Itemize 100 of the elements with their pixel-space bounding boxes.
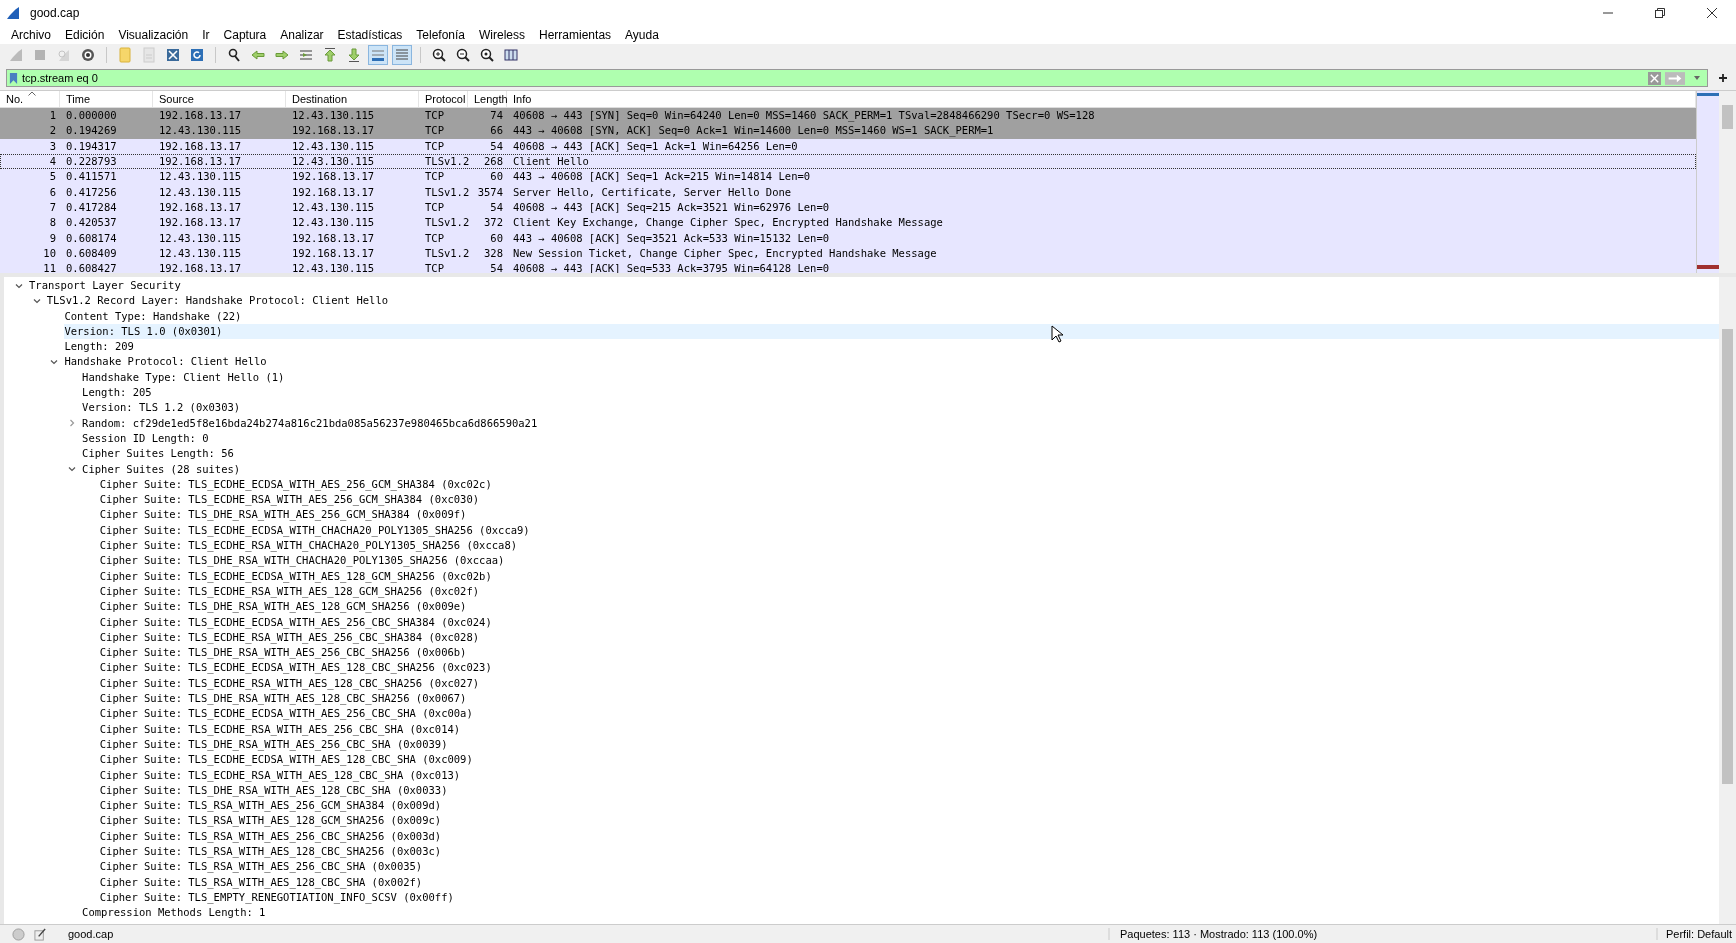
- profile-label[interactable]: Perfil: Default: [1655, 928, 1736, 940]
- tree-item[interactable]: Cipher Suite: TLS_RSA_WITH_AES_256_GCM_SHA384 (0x009d): [99, 798, 1719, 814]
- tree-item[interactable]: Cipher Suites Length: 56: [82, 446, 1719, 462]
- table-cell-text: 74: [489, 108, 504, 124]
- column-header[interactable]: Source: [153, 91, 286, 107]
- tree-item[interactable]: Cipher Suite: TLS_ECDHE_ECDSA_WITH_AES_128_GCM_SHA256 (0xc02b): [99, 568, 1719, 584]
- chevron-down-icon[interactable]: [15, 281, 23, 290]
- scrollbar[interactable]: [1719, 91, 1736, 273]
- menu-item[interactable]: Herramientas: [532, 27, 619, 43]
- mouse-pointer-icon: [1051, 325, 1063, 343]
- tree-item[interactable]: Cipher Suite: TLS_ECDHE_RSA_WITH_AES_128_GCM_SHA256 (0xc02f): [99, 583, 1719, 600]
- tree-item[interactable]: Length: 205: [82, 385, 1719, 401]
- scrollbar[interactable]: [1719, 277, 1736, 924]
- packet-row[interactable]: 8 0.420537 192.168.13.17 12.43.130.115 TLSv1.2 372 Client Key Exchange, Change Cipher Spec, Encrypted Handshake Message: [0, 215, 1696, 231]
- tree-item[interactable]: Cipher Suite: TLS_DHE_RSA_WITH_AES_256_GCM_SHA384 (0x009f): [99, 507, 1719, 523]
- tree-item[interactable]: Cipher Suite: TLS_RSA_WITH_AES_256_CBC_SHA (0x0035): [99, 859, 1719, 875]
- clear-icon[interactable]: [1648, 71, 1661, 85]
- table-cell-text: 0.000000: [65, 108, 118, 124]
- table-cell-text: 0.194269: [65, 123, 118, 139]
- table-cell-text: TCP: [424, 199, 445, 215]
- column-header[interactable]: Destination: [286, 91, 419, 107]
- menu-item[interactable]: Ir: [195, 27, 217, 43]
- tree-item[interactable]: Cipher Suite: TLS_ECDHE_ECDSA_WITH_AES_128_CBC_SHA256 (0xc023): [99, 660, 1719, 676]
- tree-item[interactable]: Handshake Type: Client Hello (1): [82, 369, 1719, 386]
- autoscroll-icon[interactable]: [368, 45, 388, 65]
- tree-item[interactable]: Version: TLS 1.0 (0x0301): [64, 323, 1719, 340]
- tree-item[interactable]: Cipher Suites (28 suites): [82, 461, 1719, 477]
- table-cell-text: 192.168.13.17: [291, 169, 376, 185]
- table-cell-text: TCP: [424, 108, 445, 124]
- menu-item[interactable]: Edición: [58, 27, 112, 43]
- tree-item[interactable]: Version: TLS 1.2 (0x0303): [82, 400, 1719, 416]
- tree-item[interactable]: Cipher Suite: TLS_RSA_WITH_AES_256_CBC_SHA256 (0x003d): [99, 828, 1719, 844]
- tree-item[interactable]: Cipher Suite: TLS_DHE_RSA_WITH_CHACHA20_POLY1305_SHA256 (0xccaa): [99, 553, 1719, 569]
- tree-item[interactable]: Cipher Suite: TLS_DHE_RSA_WITH_AES_256_CBC_SHA (0x0039): [99, 736, 1719, 753]
- bookmark-icon[interactable]: [9, 71, 18, 85]
- tree-item[interactable]: Cipher Suite: TLS_ECDHE_RSA_WITH_AES_128_CBC_SHA (0xc013): [99, 767, 1719, 783]
- edit-icon[interactable]: [34, 927, 47, 941]
- menu-item[interactable]: Telefonía: [409, 27, 472, 43]
- column-header[interactable]: Protocol: [419, 91, 468, 107]
- chevron-down-icon[interactable]: [50, 358, 59, 367]
- tree-item[interactable]: Compression Methods Length: 1: [82, 905, 1719, 921]
- tree-item[interactable]: Cipher Suite: TLS_ECDHE_ECDSA_WITH_CHACHA20_POLY1305_SHA256 (0xcca9): [99, 522, 1719, 539]
- table-cell-text: TCP: [424, 138, 445, 154]
- table-cell-text: 0.608427: [65, 261, 118, 273]
- tree-item[interactable]: Cipher Suite: TLS_ECDHE_ECDSA_WITH_AES_256_CBC_SHA (0xc00a): [99, 706, 1719, 722]
- table-cell-text: 0.228793: [65, 154, 118, 170]
- column-header[interactable]: Time: [60, 91, 153, 107]
- packet-row[interactable]: 9 0.608174 12.43.130.115 192.168.13.17 TCP 60 443 → 40608 [ACK] Seq=3521 Ack=533 Win=15132 Len=0: [0, 230, 1696, 246]
- table-cell-text: 443 → 40608 [ACK] Seq=3521 Ack=533 Win=15132 Len=0: [512, 230, 831, 246]
- table-cell-text: TLSv1.2: [424, 184, 468, 200]
- table-cell-text: 60: [489, 230, 504, 246]
- tree-item[interactable]: Session ID Length: 0: [82, 430, 1719, 447]
- tree-item[interactable]: Cipher Suite: TLS_EMPTY_RENEGOTIATION_INFO_SCSV (0x00ff): [99, 889, 1719, 906]
- column-header[interactable]: No.: [0, 91, 60, 107]
- menu-item[interactable]: Estadísticas: [330, 27, 410, 43]
- menu-item[interactable]: Ayuda: [618, 27, 666, 43]
- table-cell-text: 12.43.130.115: [291, 154, 376, 170]
- tree-item[interactable]: TLSv1.2 Record Layer: Handshake Protocol: Client Hello: [46, 293, 1719, 309]
- chevron-down-icon[interactable]: [32, 296, 41, 305]
- tree-item[interactable]: Transport Layer Security: [29, 278, 1719, 294]
- window-title: good.cap: [30, 6, 80, 20]
- tree-item[interactable]: Cipher Suite: TLS_DHE_RSA_WITH_AES_128_CBC_SHA256 (0x0067): [99, 691, 1719, 707]
- chevron-down-icon[interactable]: [68, 465, 77, 474]
- tree-item[interactable]: Cipher Suite: TLS_RSA_WITH_AES_128_GCM_SHA256 (0x009c): [99, 813, 1719, 829]
- menu-item[interactable]: Analizar: [273, 27, 331, 43]
- packet-row[interactable]: 6 0.417256 12.43.130.115 192.168.13.17 TLSv1.2 3574 Server Hello, Certificate, Server Hello Done: [0, 184, 1696, 200]
- packet-row[interactable]: 2 0.194269 12.43.130.115 192.168.13.17 TCP 66 443 → 40608 [SYN, ACK] Seq=0 Ack=1 Win=14600 Len=0 MSS=1460 WS=1 SACK_PERM=1: [0, 123, 1696, 139]
- menu-item[interactable]: Archivo: [4, 27, 58, 43]
- tree-item[interactable]: Cipher Suite: TLS_DHE_RSA_WITH_AES_128_CBC_SHA (0x0033): [99, 782, 1719, 799]
- table-cell-text: 0.420537: [65, 215, 118, 231]
- table-cell-text: TCP: [424, 123, 445, 139]
- tree-item[interactable]: Random: cf29de1ed5f8e16bda24b274a816c21bda085a56237e980465bca6d866590a21: [82, 415, 1719, 431]
- tree-item[interactable]: Cipher Suite: TLS_ECDHE_RSA_WITH_AES_256_CBC_SHA384 (0xc028): [99, 629, 1719, 646]
- table-cell-text: TCP: [424, 261, 445, 273]
- tree-item[interactable]: Cipher Suite: TLS_ECDHE_RSA_WITH_AES_256_CBC_SHA (0xc014): [99, 721, 1719, 737]
- table-cell-text: 66: [489, 123, 504, 139]
- tree-item[interactable]: Cipher Suite: TLS_RSA_WITH_AES_128_CBC_SHA256 (0x003c): [99, 844, 1719, 860]
- packet-row[interactable]: 5 0.411571 12.43.130.115 192.168.13.17 TCP 60 443 → 40608 [ACK] Seq=1 Ack=215 Win=14814 Len=0: [0, 169, 1696, 185]
- tree-item[interactable]: Cipher Suite: TLS_ECDHE_ECDSA_WITH_AES_256_GCM_SHA384 (0xc02c): [99, 476, 1719, 493]
- tree-item[interactable]: Cipher Suite: TLS_DHE_RSA_WITH_AES_256_CBC_SHA256 (0x006b): [99, 645, 1719, 661]
- tree-item[interactable]: Cipher Suite: TLS_ECDHE_ECDSA_WITH_AES_128_CBC_SHA (0xc009): [99, 752, 1719, 768]
- column-header[interactable]: Length: [468, 91, 507, 107]
- tree-item[interactable]: Cipher Suite: TLS_ECDHE_RSA_WITH_CHACHA20_POLY1305_SHA256 (0xcca8): [99, 538, 1719, 554]
- tree-item[interactable]: Cipher Suite: TLS_ECDHE_RSA_WITH_AES_128_CBC_SHA256 (0xc027): [99, 675, 1719, 691]
- menu-item[interactable]: Visualización: [111, 27, 196, 43]
- tree-item[interactable]: Cipher Suite: TLS_ECDHE_ECDSA_WITH_AES_256_CBC_SHA384 (0xc024): [99, 614, 1719, 630]
- tree-item[interactable]: Handshake Protocol: Client Hello: [64, 354, 1719, 370]
- tree-item[interactable]: Cipher Suite: TLS_RSA_WITH_AES_128_CBC_SHA (0x002f): [99, 874, 1719, 890]
- packet-row[interactable]: 1 0.000000 192.168.13.17 12.43.130.115 TCP 74 40608 → 443 [SYN] Seq=0 Win=64240 Len=0 MSS=1460 SACK_PERM=1 TSval=2848466290 TSecr=0 WS=128: [0, 108, 1696, 124]
- display-filter-bar[interactable]: tcp.stream eq 0: [6, 69, 1708, 87]
- table-cell-text: 443 → 40608 [SYN, ACK] Seq=0 Ack=1 Win=14600 Len=0 MSS=1460 WS=1 SACK_PERM=1: [512, 123, 995, 139]
- tree-item[interactable]: Length: 209: [64, 339, 1719, 355]
- tree-item[interactable]: Content Type: Handshake (22): [64, 308, 1719, 324]
- packet-minimap[interactable]: [1696, 91, 1719, 273]
- tree-item[interactable]: Cipher Suite: TLS_ECDHE_RSA_WITH_AES_256_GCM_SHA384 (0xc030): [99, 492, 1719, 508]
- menu-item[interactable]: Wireless: [472, 27, 533, 43]
- status-file: good.cap: [68, 928, 115, 940]
- table-cell-text: 5: [48, 169, 57, 185]
- tree-item[interactable]: Cipher Suite: TLS_DHE_RSA_WITH_AES_128_GCM_SHA256 (0x009e): [99, 599, 1719, 615]
- menu-item[interactable]: Captura: [216, 27, 274, 43]
